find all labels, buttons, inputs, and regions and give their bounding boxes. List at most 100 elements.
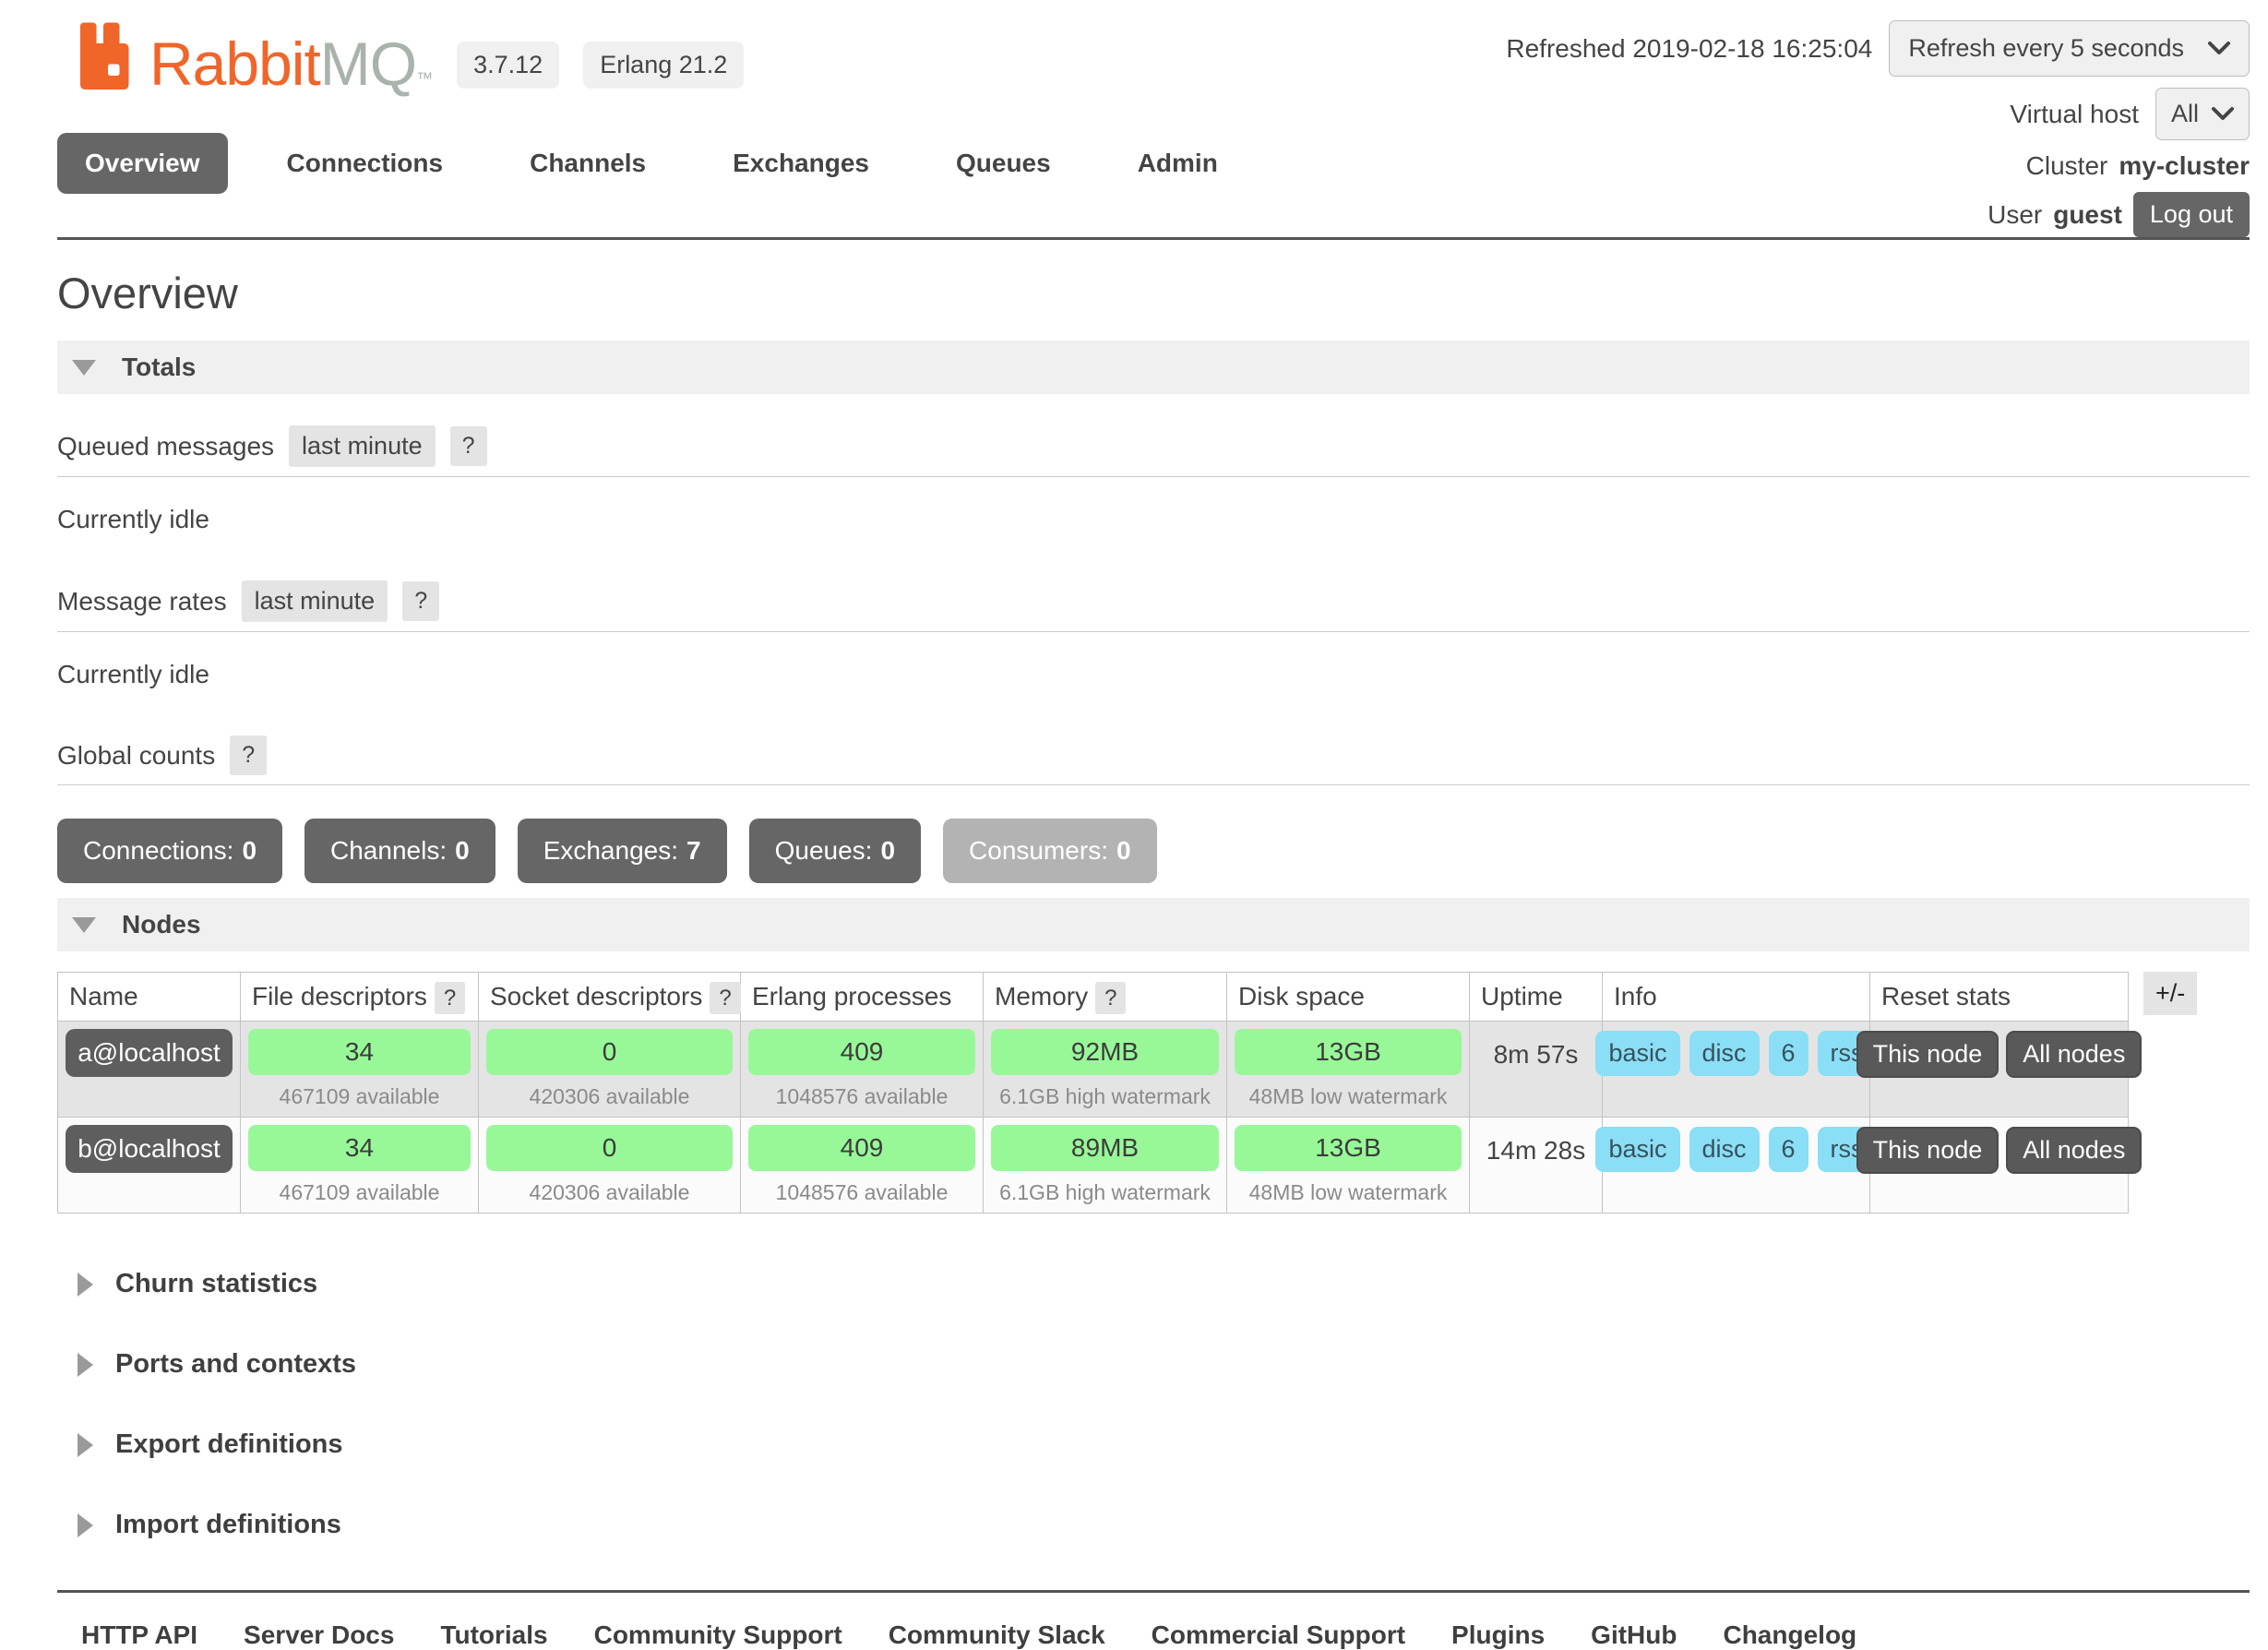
virtual-host-select[interactable]: All: [2155, 88, 2250, 140]
info-badge-disc: disc: [1689, 1031, 1760, 1076]
erlang-version-badge: Erlang 21.2: [583, 42, 744, 89]
node-name-badge[interactable]: b@localhost: [66, 1125, 233, 1173]
cluster-line: Cluster my-cluster: [2026, 151, 2250, 181]
col-file-descriptors: File descriptors?: [241, 973, 479, 1022]
nodes-section-header[interactable]: Nodes: [57, 898, 2250, 951]
nav-divider: [57, 237, 2250, 240]
channels-count-value: 0: [455, 836, 470, 865]
info-badges: basic disc 6 rss: [1610, 1029, 1862, 1076]
tab-admin[interactable]: Admin: [1110, 133, 1246, 194]
global-count-buttons: Connections:0 Channels:0 Exchanges:7 Que…: [57, 819, 2250, 883]
global-counts-row: Global counts ?: [57, 721, 2250, 785]
queued-messages-status: Currently idle: [57, 505, 2250, 534]
node-name-badge[interactable]: a@localhost: [66, 1029, 233, 1077]
nodes-table: Name File descriptors? Socket descriptor…: [57, 972, 2129, 1214]
footer-link-server-docs[interactable]: Server Docs: [244, 1620, 394, 1650]
churn-statistics-title: Churn statistics: [115, 1269, 317, 1299]
node-row: b@localhost 34 467109 available 0 420306…: [58, 1118, 2129, 1214]
logout-button[interactable]: Log out: [2133, 192, 2250, 237]
totals-section-header[interactable]: Totals: [57, 341, 2250, 394]
queues-count-button[interactable]: Queues:0: [749, 819, 921, 883]
footer-links: HTTP API Server Docs Tutorials Community…: [57, 1593, 2250, 1650]
file-descriptors-note: 467109 available: [248, 1171, 471, 1207]
consumers-count-label: Consumers:: [969, 836, 1108, 865]
col-memory: Memory?: [984, 973, 1227, 1022]
info-badges: basic disc 6 rss: [1610, 1125, 1862, 1172]
page-root: RabbitMQ™ 3.7.12 Erlang 21.2 Overview Co…: [0, 0, 2268, 1650]
footer-link-tutorials[interactable]: Tutorials: [440, 1620, 547, 1650]
info-badge-plugins-count: 6: [1769, 1127, 1808, 1172]
churn-statistics-section[interactable]: Churn statistics: [78, 1269, 2250, 1299]
info-badge-basic: basic: [1595, 1127, 1679, 1172]
ports-and-contexts-section[interactable]: Ports and contexts: [78, 1349, 2250, 1380]
consumers-count-value: 0: [1116, 836, 1131, 865]
help-icon[interactable]: ?: [710, 982, 740, 1014]
connections-count-button[interactable]: Connections:0: [57, 819, 282, 883]
collapse-triangle-icon: [72, 917, 96, 933]
footer-link-community-support[interactable]: Community Support: [594, 1620, 842, 1650]
nodes-header-row: Name File descriptors? Socket descriptor…: [58, 973, 2129, 1022]
disk-space-note: 48MB low watermark: [1235, 1075, 1462, 1111]
memory-bar: 89MB: [991, 1125, 1219, 1171]
tab-channels[interactable]: Channels: [502, 133, 674, 194]
message-rates-status: Currently idle: [57, 660, 2250, 689]
exchanges-count-button[interactable]: Exchanges:7: [518, 819, 727, 883]
tab-queues[interactable]: Queues: [928, 133, 1079, 194]
erlang-processes-bar: 409: [748, 1029, 975, 1075]
col-uptime: Uptime: [1470, 973, 1603, 1022]
export-definitions-section[interactable]: Export definitions: [78, 1429, 2250, 1460]
tab-connections[interactable]: Connections: [259, 133, 472, 194]
help-icon[interactable]: ?: [450, 426, 487, 466]
help-icon[interactable]: ?: [1095, 982, 1126, 1014]
queues-count-value: 0: [880, 836, 895, 865]
tab-overview[interactable]: Overview: [57, 133, 228, 194]
footer-link-changelog[interactable]: Changelog: [1723, 1620, 1856, 1650]
reset-stats-buttons: This node All nodes: [1878, 1125, 2120, 1174]
global-counts-label: Global counts: [57, 741, 215, 771]
channels-count-label: Channels:: [330, 836, 447, 865]
ports-and-contexts-title: Ports and contexts: [115, 1349, 356, 1380]
reset-this-node-button[interactable]: This node: [1856, 1127, 1999, 1174]
reset-all-nodes-button[interactable]: All nodes: [2006, 1127, 2142, 1174]
channels-count-button[interactable]: Channels: 0: [304, 819, 495, 883]
tab-exchanges[interactable]: Exchanges: [705, 133, 897, 194]
expand-triangle-icon: [78, 1433, 93, 1457]
col-socket-descriptors: Socket descriptors?: [479, 973, 741, 1022]
info-badge-plugins-count: 6: [1769, 1031, 1808, 1076]
help-icon[interactable]: ?: [402, 581, 439, 621]
toggle-columns-button[interactable]: +/-: [2143, 972, 2197, 1015]
footer-link-github[interactable]: GitHub: [1591, 1620, 1677, 1650]
erlang-processes-note: 1048576 available: [748, 1075, 975, 1111]
rabbitmq-logo[interactable]: RabbitMQ™: [76, 20, 433, 94]
footer-link-community-slack[interactable]: Community Slack: [889, 1620, 1105, 1650]
top-bar-right: Refreshed 2019-02-18 16:25:04 Refresh ev…: [1506, 20, 2250, 237]
footer-link-http-api[interactable]: HTTP API: [81, 1620, 197, 1650]
message-rates-period-badge[interactable]: last minute: [242, 580, 388, 622]
socket-descriptors-bar: 0: [486, 1125, 733, 1171]
file-descriptors-note: 467109 available: [248, 1075, 471, 1111]
col-name: Name: [58, 973, 241, 1022]
import-definitions-section[interactable]: Import definitions: [78, 1510, 2250, 1540]
help-icon[interactable]: ?: [230, 735, 267, 775]
footer-link-plugins[interactable]: Plugins: [1451, 1620, 1545, 1650]
consumers-count-button: Consumers: 0: [943, 819, 1157, 883]
info-badge-basic: basic: [1595, 1031, 1679, 1076]
user-line: User guest Log out: [1987, 192, 2250, 237]
virtual-host-label: Virtual host: [2010, 100, 2139, 129]
brand-mq: MQ: [320, 33, 416, 94]
refresh-interval-select[interactable]: Refresh every 5 seconds: [1889, 20, 2250, 77]
connections-count-label: Connections:: [83, 836, 233, 865]
help-icon[interactable]: ?: [435, 982, 465, 1014]
refresh-interval-value: Refresh every 5 seconds: [1908, 34, 2184, 63]
col-info: Info: [1603, 973, 1870, 1022]
queued-messages-period-badge[interactable]: last minute: [289, 425, 436, 467]
footer-link-commercial-support[interactable]: Commercial Support: [1152, 1620, 1405, 1650]
reset-this-node-button[interactable]: This node: [1856, 1031, 1999, 1078]
exchanges-count-value: 7: [686, 836, 701, 865]
file-descriptors-bar: 34: [248, 1125, 471, 1171]
col-reset-stats: Reset stats: [1870, 973, 2129, 1022]
queued-messages-row: Queued messages last minute ?: [57, 411, 2250, 477]
expand-triangle-icon: [78, 1353, 93, 1377]
reset-all-nodes-button[interactable]: All nodes: [2006, 1031, 2142, 1078]
reset-stats-buttons: This node All nodes: [1878, 1029, 2120, 1078]
